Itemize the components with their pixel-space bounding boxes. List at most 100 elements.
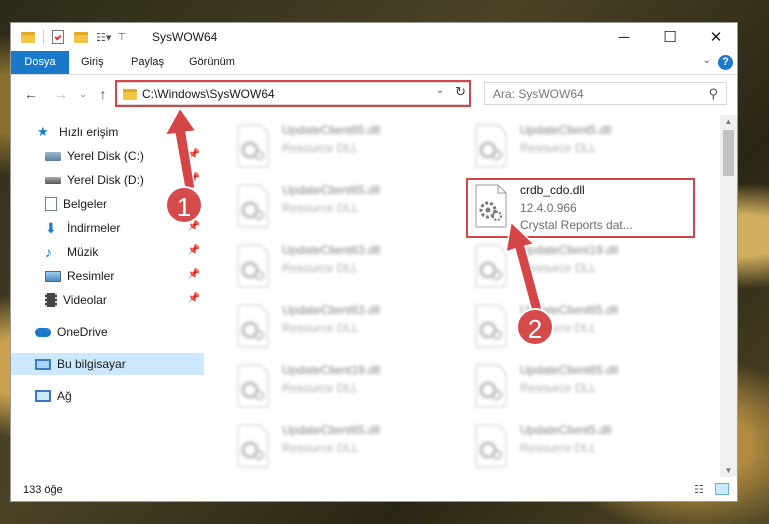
dll-file-icon bbox=[237, 424, 269, 468]
computer-icon bbox=[35, 358, 51, 370]
new-folder-icon[interactable] bbox=[74, 31, 88, 43]
sidebar-item-this-pc[interactable]: Bu bilgisayar bbox=[11, 353, 204, 375]
toolbar-dropdown-icon[interactable]: ⊤ bbox=[117, 32, 126, 43]
file-name: UpdateClient63.dll bbox=[282, 303, 381, 317]
download-icon: ⬇ bbox=[45, 220, 57, 236]
navigation-pane: ★ Hızlı erişim Yerel Disk (C:) 📌 Yerel D… bbox=[11, 115, 206, 475]
scrollbar-thumb[interactable] bbox=[723, 130, 734, 176]
file-name: UpdateClient5.dll bbox=[520, 423, 612, 437]
search-box[interactable]: Ara: SysWOW64 ⚲ bbox=[484, 82, 727, 105]
dll-file-icon bbox=[475, 124, 507, 168]
dll-file-icon bbox=[475, 244, 507, 288]
vertical-scrollbar[interactable]: ▲ ▼ bbox=[720, 115, 737, 477]
file-description: Resource DLL bbox=[520, 381, 597, 395]
details-view-icon[interactable]: ☷ bbox=[694, 483, 708, 496]
sidebar-item-network[interactable]: Ağ bbox=[11, 385, 204, 407]
scroll-up-icon[interactable]: ▲ bbox=[720, 117, 737, 126]
video-icon bbox=[45, 293, 57, 307]
dll-file-icon bbox=[237, 184, 269, 228]
file-name: UpdateClient5.dll bbox=[520, 123, 612, 137]
sidebar-item-quick-access[interactable]: ★ Hızlı erişim bbox=[11, 121, 204, 143]
pin-icon[interactable]: 📌 bbox=[188, 269, 200, 280]
dll-file-icon bbox=[237, 124, 269, 168]
sidebar-item-label: Yerel Disk (C:) bbox=[67, 149, 144, 163]
list-item[interactable]: UpdateClient19.dll Resource DLL bbox=[474, 241, 704, 297]
pin-icon[interactable]: 📌 bbox=[188, 173, 200, 184]
list-item[interactable]: UpdateClient65.dll Resource DLL bbox=[236, 421, 466, 475]
tab-dosya[interactable]: Dosya bbox=[11, 51, 69, 74]
recent-locations-icon[interactable]: ⌄ bbox=[73, 84, 93, 104]
forward-button[interactable]: → bbox=[51, 84, 71, 104]
sidebar-item-label: Yerel Disk (D:) bbox=[67, 173, 144, 187]
sidebar-item-videos[interactable]: Videolar 📌 bbox=[11, 289, 204, 311]
dll-file-icon bbox=[237, 304, 269, 348]
properties-icon[interactable] bbox=[52, 30, 64, 44]
help-icon[interactable]: ? bbox=[718, 55, 733, 70]
pin-icon[interactable]: 📌 bbox=[188, 245, 200, 256]
file-highlight-box bbox=[466, 178, 695, 238]
dll-file-icon bbox=[237, 244, 269, 288]
list-item[interactable]: UpdateClient65.dll Resource DLL bbox=[236, 181, 466, 237]
sidebar-item-onedrive[interactable]: OneDrive bbox=[11, 321, 204, 343]
item-count: 133 öğe bbox=[23, 484, 63, 496]
list-item[interactable]: UpdateClient19.dll Resource DLL bbox=[236, 361, 466, 417]
tab-gorunum[interactable]: Görünüm bbox=[179, 51, 245, 74]
pin-icon[interactable]: 📌 bbox=[188, 149, 200, 160]
sidebar-item-disk-c[interactable]: Yerel Disk (C:) 📌 bbox=[11, 145, 204, 167]
sidebar-item-label: Resimler bbox=[67, 269, 115, 283]
scroll-down-icon[interactable]: ▼ bbox=[720, 466, 737, 475]
list-item[interactable]: UpdateClient65.dll Resource DLL bbox=[236, 121, 466, 177]
up-button[interactable]: ↑ bbox=[93, 84, 113, 104]
tab-giris[interactable]: Giriş bbox=[71, 51, 114, 74]
drive-icon bbox=[45, 151, 61, 161]
list-item[interactable]: UpdateClient5.dll Resource DLL bbox=[474, 121, 704, 177]
network-icon bbox=[35, 390, 51, 402]
sidebar-item-label: OneDrive bbox=[57, 325, 108, 339]
ribbon-expand-icon[interactable]: ⌄ bbox=[703, 55, 711, 66]
maximize-button[interactable]: ☐ bbox=[647, 23, 693, 51]
file-description: Resource DLL bbox=[282, 441, 359, 455]
window-title: SysWOW64 bbox=[152, 30, 218, 44]
file-description: Resource DLL bbox=[520, 441, 597, 455]
back-button[interactable]: ← bbox=[21, 84, 41, 104]
sidebar-item-label: Ağ bbox=[57, 389, 72, 403]
sidebar-item-label: Bu bilgisayar bbox=[57, 357, 126, 371]
file-name: UpdateClient19.dll bbox=[520, 243, 619, 257]
sidebar-item-pictures[interactable]: Resimler 📌 bbox=[11, 265, 204, 287]
tiles-view-icon[interactable] bbox=[715, 483, 729, 495]
search-icon: ⚲ bbox=[708, 86, 718, 101]
list-item[interactable]: UpdateClient63.dll Resource DLL bbox=[236, 301, 466, 357]
tab-paylas[interactable]: Paylaş bbox=[121, 51, 174, 74]
cloud-icon bbox=[35, 327, 51, 337]
file-description: Resource DLL bbox=[282, 381, 359, 395]
list-item[interactable]: UpdateClient65.dll Resource DLL bbox=[474, 301, 704, 357]
list-item[interactable]: UpdateClient65.dll Resource DLL bbox=[474, 361, 704, 417]
step-badge-2: 2 bbox=[516, 308, 554, 346]
sidebar-item-label: Belgeler bbox=[63, 197, 108, 211]
dll-file-icon bbox=[475, 304, 507, 348]
file-name: UpdateClient65.dll bbox=[282, 123, 381, 137]
minimize-button[interactable]: ─ bbox=[601, 23, 647, 51]
sidebar-item-label: Müzik bbox=[67, 245, 99, 259]
pin-icon[interactable]: 📌 bbox=[188, 293, 200, 304]
sidebar-item-label: İndirmeler bbox=[67, 221, 121, 235]
star-icon: ★ bbox=[37, 124, 49, 139]
search-input[interactable]: Ara: SysWOW64 bbox=[493, 87, 584, 101]
music-icon: ♪ bbox=[45, 244, 52, 260]
address-highlight-box bbox=[115, 80, 471, 107]
file-name: UpdateClient65.dll bbox=[282, 183, 381, 197]
file-name: UpdateClient65.dll bbox=[282, 423, 381, 437]
customize-toolbar-icon[interactable]: ☷▾ bbox=[96, 31, 111, 44]
dll-file-icon bbox=[475, 364, 507, 408]
file-description: Resource DLL bbox=[282, 261, 359, 275]
list-item[interactable]: UpdateClient63.dll Resource DLL bbox=[236, 241, 466, 297]
sidebar-item-music[interactable]: ♪ Müzik 📌 bbox=[11, 241, 204, 263]
folder-icon bbox=[21, 31, 35, 43]
sidebar-item-label: Videolar bbox=[63, 293, 107, 307]
dll-file-icon bbox=[237, 364, 269, 408]
close-button[interactable]: ✕ bbox=[693, 23, 737, 51]
list-item[interactable]: UpdateClient5.dll Resource DLL bbox=[474, 421, 704, 475]
file-description: Resource DLL bbox=[282, 201, 359, 215]
dll-file-icon bbox=[475, 424, 507, 468]
pictures-icon bbox=[45, 270, 61, 282]
